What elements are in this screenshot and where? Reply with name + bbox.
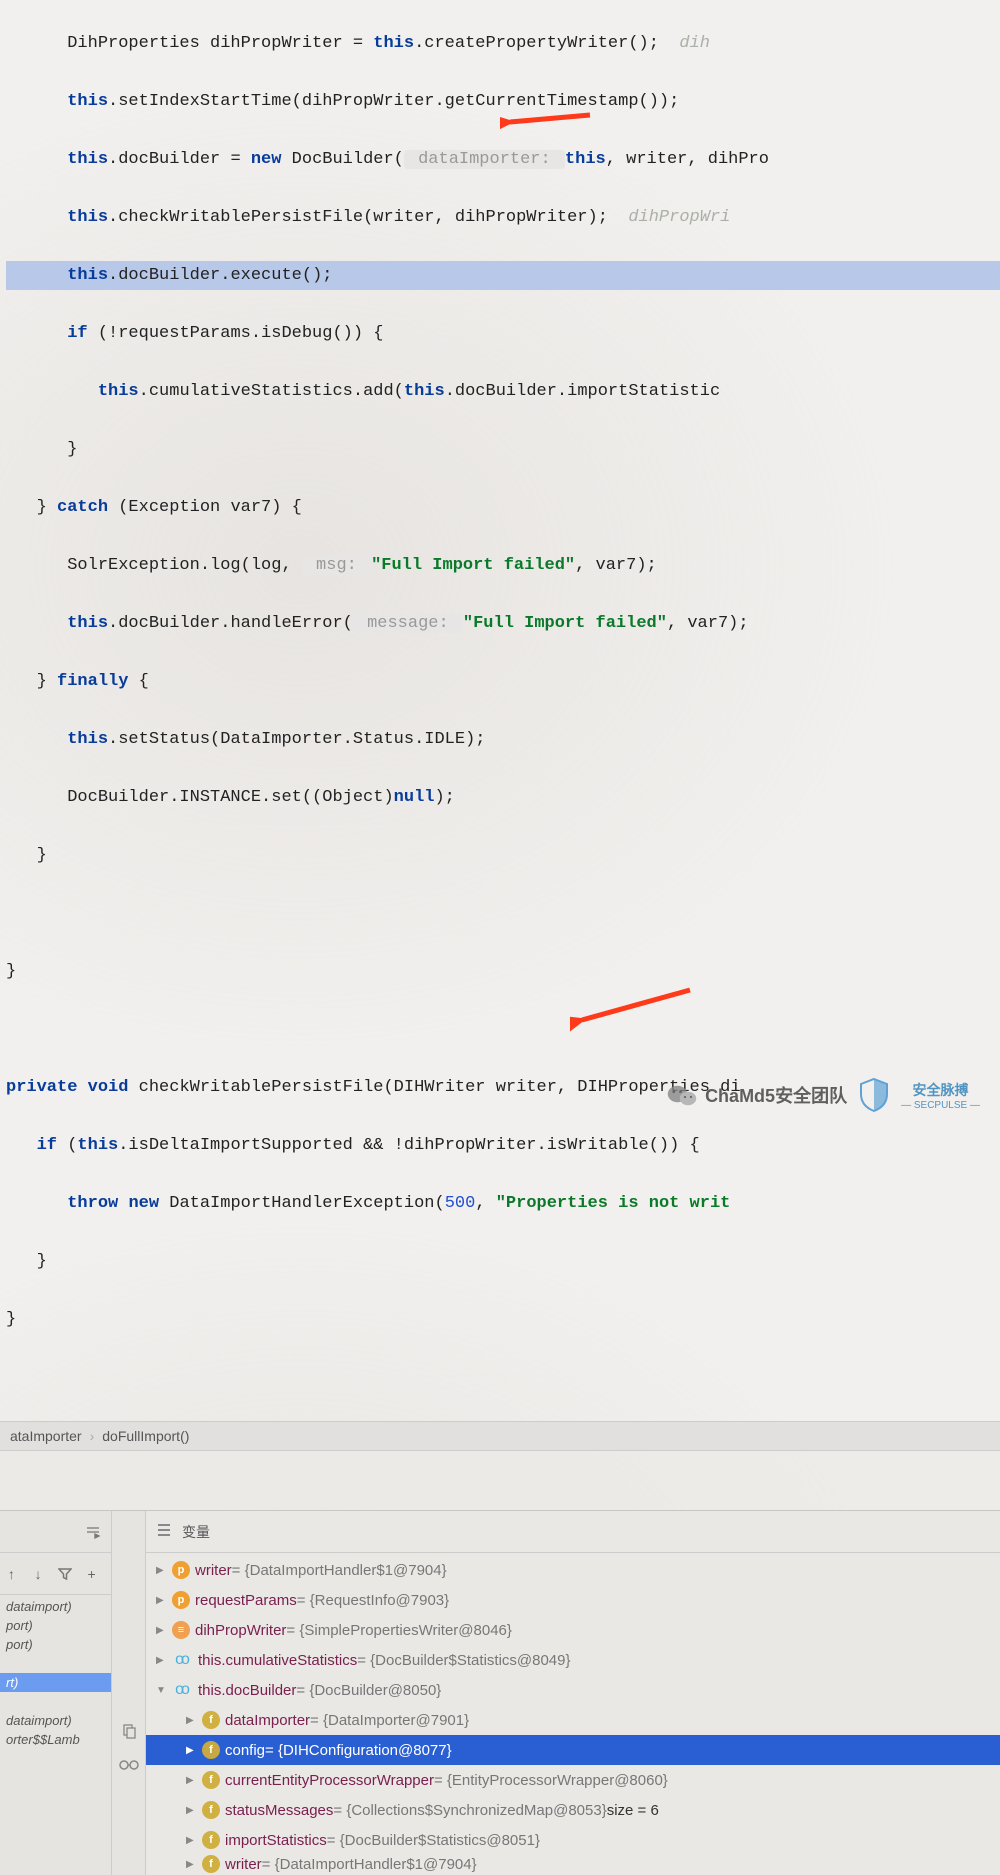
expand-icon[interactable]: ▶ xyxy=(156,1655,168,1666)
panel-divider xyxy=(0,1451,1000,1511)
param-hint: dataImporter: xyxy=(404,150,565,169)
variable-row[interactable]: ▶fstatusMessages = {Collections$Synchron… xyxy=(146,1795,1000,1825)
stack-frame[interactable] xyxy=(0,1692,111,1711)
variable-row[interactable]: ▶fdataImporter = {DataImporter@7901} xyxy=(146,1705,1000,1735)
variable-row[interactable]: ▶fwriter = {DataImportHandler$1@7904} xyxy=(146,1855,1000,1873)
collapse-icon[interactable]: ▼ xyxy=(156,1685,168,1696)
expand-icon[interactable]: ▶ xyxy=(186,1859,198,1870)
expand-icon[interactable]: ▶ xyxy=(186,1715,198,1726)
highlighted-line: this.docBuilder.execute(); xyxy=(6,261,1000,290)
variables-panel: 变量 ▶pwriter = {DataImportHandler$1@7904}… xyxy=(112,1511,1000,1875)
field-badge-icon: f xyxy=(202,1855,220,1873)
glasses-icon[interactable] xyxy=(119,1755,139,1775)
variable-row[interactable]: ▶fimportStatistics = {DocBuilder$Statist… xyxy=(146,1825,1000,1855)
chevron-right-icon: › xyxy=(90,1428,95,1444)
field-badge-icon: f xyxy=(202,1771,220,1789)
stack-frame[interactable]: port) xyxy=(0,1616,111,1635)
watch-badge-icon: oo xyxy=(172,1681,190,1699)
watermark: ChaMd5安全团队 安全脉搏 — SECPULSE — xyxy=(667,1076,980,1114)
variable-row-selected[interactable]: ▶fconfig = {DIHConfiguration@8077} xyxy=(146,1735,1000,1765)
field-badge-icon: f xyxy=(202,1801,220,1819)
expand-icon[interactable]: ▶ xyxy=(186,1835,198,1846)
local-badge-icon: ≡ xyxy=(172,1621,190,1639)
field-badge-icon: f xyxy=(202,1711,220,1729)
stack-frame-selected[interactable]: rt) xyxy=(0,1673,111,1692)
expand-icon[interactable]: ▶ xyxy=(156,1595,168,1606)
annotation-arrow-icon xyxy=(500,107,600,137)
param-hint: message: xyxy=(353,614,463,633)
expand-icon[interactable]: ▶ xyxy=(186,1805,198,1816)
field-badge-icon: f xyxy=(202,1831,220,1849)
breadcrumb-method[interactable]: doFullImport() xyxy=(102,1428,189,1444)
breadcrumb-class[interactable]: ataImporter xyxy=(10,1428,82,1444)
field-badge-icon: f xyxy=(202,1741,220,1759)
variable-row[interactable]: ▶pwriter = {DataImportHandler$1@7904} xyxy=(146,1555,1000,1585)
down-arrow-icon[interactable]: ↓ xyxy=(28,1564,48,1584)
code-text: DihProperties dihPropWriter = xyxy=(6,34,373,53)
stack-frame[interactable]: dataimport) xyxy=(0,1597,111,1616)
plus-icon[interactable]: + xyxy=(82,1564,102,1584)
param-badge-icon: p xyxy=(172,1591,190,1609)
wechat-icon xyxy=(667,1083,697,1108)
annotation-arrow-icon xyxy=(570,985,700,1035)
copy-icon[interactable] xyxy=(119,1721,139,1741)
up-arrow-icon[interactable]: ↑ xyxy=(1,1564,21,1584)
list-icon[interactable] xyxy=(156,1523,172,1540)
code-editor[interactable]: DihProperties dihPropWriter = this.creat… xyxy=(0,0,1000,1421)
expand-icon[interactable]: ▶ xyxy=(186,1775,198,1786)
variable-row[interactable]: ▶prequestParams = {RequestInfo@7903} xyxy=(146,1585,1000,1615)
expand-icon[interactable]: ▶ xyxy=(156,1565,168,1576)
param-hint: msg: xyxy=(302,556,371,575)
filter-icon[interactable] xyxy=(55,1564,75,1584)
stack-frame[interactable]: port) xyxy=(0,1635,111,1654)
variable-row[interactable]: ▶fcurrentEntityProcessorWrapper = {Entit… xyxy=(146,1765,1000,1795)
secpulse-logo: 安全脉搏 — SECPULSE — xyxy=(901,1080,980,1111)
variables-tab-label[interactable]: 变量 xyxy=(182,1522,210,1542)
collapse-icon[interactable] xyxy=(83,1522,103,1542)
variable-row[interactable]: ▶≡dihPropWriter = {SimplePropertiesWrite… xyxy=(146,1615,1000,1645)
watermark-text: ChaMd5安全团队 xyxy=(705,1082,847,1108)
expand-icon[interactable]: ▶ xyxy=(186,1745,198,1756)
variable-row[interactable]: ▶oothis.cumulativeStatistics = {DocBuild… xyxy=(146,1645,1000,1675)
param-badge-icon: p xyxy=(172,1561,190,1579)
watch-badge-icon: oo xyxy=(172,1651,190,1669)
expand-icon[interactable]: ▶ xyxy=(156,1625,168,1636)
shield-icon xyxy=(855,1076,893,1114)
stack-frame[interactable]: dataimport) xyxy=(0,1711,111,1730)
variable-row[interactable]: ▼oothis.docBuilder = {DocBuilder@8050} xyxy=(146,1675,1000,1705)
stack-frame[interactable] xyxy=(0,1654,111,1673)
stack-frame[interactable]: orter$$Lamb xyxy=(0,1730,111,1749)
debugger-panel: ↑ ↓ + dataimport) port) port) rt) dataim… xyxy=(0,1511,1000,1875)
frames-panel: ↑ ↓ + dataimport) port) port) rt) dataim… xyxy=(0,1511,112,1875)
breadcrumb[interactable]: ataImporter › doFullImport() xyxy=(0,1421,1000,1451)
